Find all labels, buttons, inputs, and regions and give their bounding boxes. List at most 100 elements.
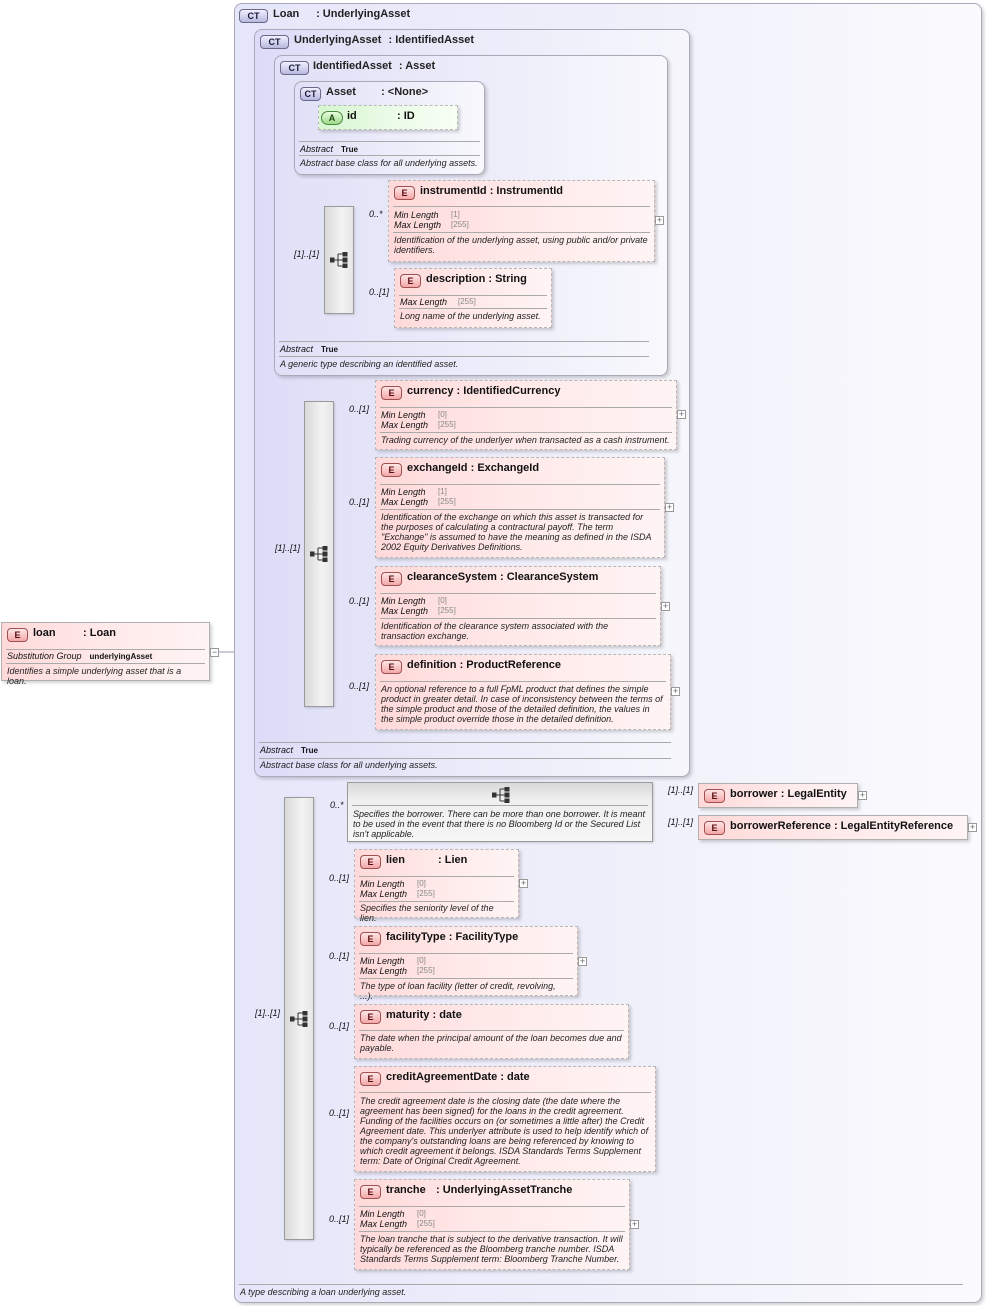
min-length-value: [0] xyxy=(417,1209,426,1218)
identified-asset-name: IdentifiedAsset xyxy=(313,60,392,72)
cardinality: [1]..[1] xyxy=(255,1008,281,1018)
expand-icon[interactable]: + xyxy=(677,410,686,419)
attribute-id[interactable]: A id: ID xyxy=(318,105,458,130)
separator xyxy=(259,758,671,759)
separator xyxy=(399,308,547,309)
sequence-icon xyxy=(310,546,328,562)
element-lien-title: lien: Lien xyxy=(386,854,468,866)
separator xyxy=(359,953,573,954)
element-currency[interactable]: E currency : IdentifiedCurrency Min Leng… xyxy=(375,380,677,450)
element-borrower-title: borrower : LegalEntity xyxy=(730,788,847,800)
element-borrower[interactable]: E borrower : LegalEntity xyxy=(698,783,858,808)
element-definition[interactable]: E definition : ProductReference An optio… xyxy=(375,654,671,730)
element-icon: E xyxy=(381,572,402,586)
separator xyxy=(359,901,514,902)
separator xyxy=(299,155,480,156)
expand-icon[interactable]: + xyxy=(858,791,867,800)
max-length-value: [255] xyxy=(417,889,435,898)
max-length-label: Max Length xyxy=(400,297,448,307)
separator xyxy=(279,356,649,357)
separator xyxy=(380,407,672,408)
expand-icon[interactable]: + xyxy=(655,216,664,225)
identified-asset-doc: A generic type describing an identified … xyxy=(280,359,459,369)
element-icon: E xyxy=(360,855,381,869)
sequence-icon xyxy=(330,252,348,268)
complex-type-icon: CT xyxy=(239,9,268,23)
element-facility-type[interactable]: E facilityType : FacilityType Min Length… xyxy=(354,926,578,1001)
element-doc: Identification of the underlying asset, … xyxy=(394,235,648,255)
element-doc: An optional reference to a full FpML pro… xyxy=(381,684,663,724)
element-icon: E xyxy=(704,821,725,835)
min-length-value: [0] xyxy=(417,879,426,888)
separator xyxy=(380,593,656,594)
element-tranche[interactable]: E tranche: UnderlyingAssetTranche Min Le… xyxy=(354,1179,630,1270)
element-instrument-id-title: instrumentId : InstrumentId xyxy=(420,185,564,197)
asset-header: Asset : <None> xyxy=(326,86,428,98)
element-icon: E xyxy=(400,274,421,288)
element-exchange-id[interactable]: E exchangeId : ExchangeId Min Length [1] … xyxy=(375,457,665,558)
separator xyxy=(359,876,514,877)
expand-icon[interactable]: + xyxy=(671,687,680,696)
cardinality: 0..[1] xyxy=(329,873,350,883)
min-length-value: [1] xyxy=(438,487,447,496)
min-length-value: [0] xyxy=(438,596,447,605)
underlying-abstract: Abstract True xyxy=(260,745,318,755)
separator xyxy=(239,1284,963,1285)
max-length-label: Max Length xyxy=(394,220,442,230)
element-instrument-id[interactable]: E instrumentId : InstrumentId Min Length… xyxy=(388,180,655,262)
expand-icon[interactable]: + xyxy=(519,879,528,888)
sequence-icon xyxy=(290,1010,308,1027)
min-length-value: [0] xyxy=(417,956,426,965)
min-length-value: [0] xyxy=(438,410,447,419)
choice-doc: Specifies the borrower. There can be mor… xyxy=(353,809,645,839)
expand-icon[interactable]: + xyxy=(578,957,587,966)
separator xyxy=(6,663,205,664)
element-icon: E xyxy=(394,186,415,200)
min-length-label: Min Length xyxy=(381,596,426,606)
max-length-value: [255] xyxy=(417,966,435,975)
max-length-value: [255] xyxy=(438,420,456,429)
element-doc: Identifies a simple underlying asset tha… xyxy=(7,666,182,686)
sequence-underlying-asset[interactable] xyxy=(304,401,334,707)
element-maturity[interactable]: E maturity : date The date when the prin… xyxy=(354,1004,629,1059)
asset-base: : <None> xyxy=(381,86,429,98)
min-length-label: Min Length xyxy=(381,487,426,497)
element-icon: E xyxy=(360,932,381,946)
choice-borrower[interactable]: Specifies the borrower. There can be mor… xyxy=(347,782,653,842)
substitution-group: Substitution Group underlyingAsset xyxy=(7,651,153,661)
element-credit-agreement-date[interactable]: E creditAgreementDate : date The credit … xyxy=(354,1066,656,1172)
separator xyxy=(380,509,660,510)
sequence-identified-asset[interactable] xyxy=(324,206,354,314)
expand-icon[interactable]: + xyxy=(968,823,977,832)
collapse-icon[interactable]: − xyxy=(210,648,219,657)
sequence-loan[interactable] xyxy=(284,797,314,1240)
asset-doc: Abstract base class for all underlying a… xyxy=(300,158,478,168)
element-icon: E xyxy=(381,463,402,477)
max-length-value: [255] xyxy=(438,606,456,615)
identified-asset-header: IdentifiedAsset : Asset xyxy=(313,60,435,72)
element-loan-title: loan: Loan xyxy=(33,627,116,639)
complex-type-icon: CT xyxy=(280,61,309,75)
max-length-label: Max Length xyxy=(360,1219,408,1229)
element-lien[interactable]: E lien: Lien Min Length [0] Max Length [25… xyxy=(354,849,519,923)
identified-abstract: Abstract True xyxy=(280,344,338,354)
expand-icon[interactable]: + xyxy=(661,602,670,611)
element-description[interactable]: E description : String Max Length [255] L… xyxy=(394,268,552,328)
element-currency-title: currency : IdentifiedCurrency xyxy=(407,385,561,397)
element-loan[interactable]: E loan: Loan Substitution Group underlyin… xyxy=(1,622,210,686)
separator xyxy=(393,206,650,207)
min-length-label: Min Length xyxy=(381,410,426,420)
min-length-label: Min Length xyxy=(360,879,405,889)
separator xyxy=(299,141,480,142)
attribute-icon: A xyxy=(321,111,343,125)
cardinality: [1]..[1] xyxy=(668,817,694,827)
element-borrower-reference[interactable]: E borrowerReference : LegalEntityReferen… xyxy=(698,815,968,840)
choice-icon xyxy=(492,787,510,803)
attribute-id-label: id: ID xyxy=(347,110,415,122)
element-icon: E xyxy=(704,789,725,803)
underlying-asset-header: UnderlyingAsset : IdentifiedAsset xyxy=(294,34,474,46)
element-clearance-system[interactable]: E clearanceSystem : ClearanceSystem Min … xyxy=(375,566,661,646)
max-length-value: [255] xyxy=(458,297,476,306)
expand-icon[interactable]: + xyxy=(630,1220,639,1229)
expand-icon[interactable]: + xyxy=(665,503,674,512)
